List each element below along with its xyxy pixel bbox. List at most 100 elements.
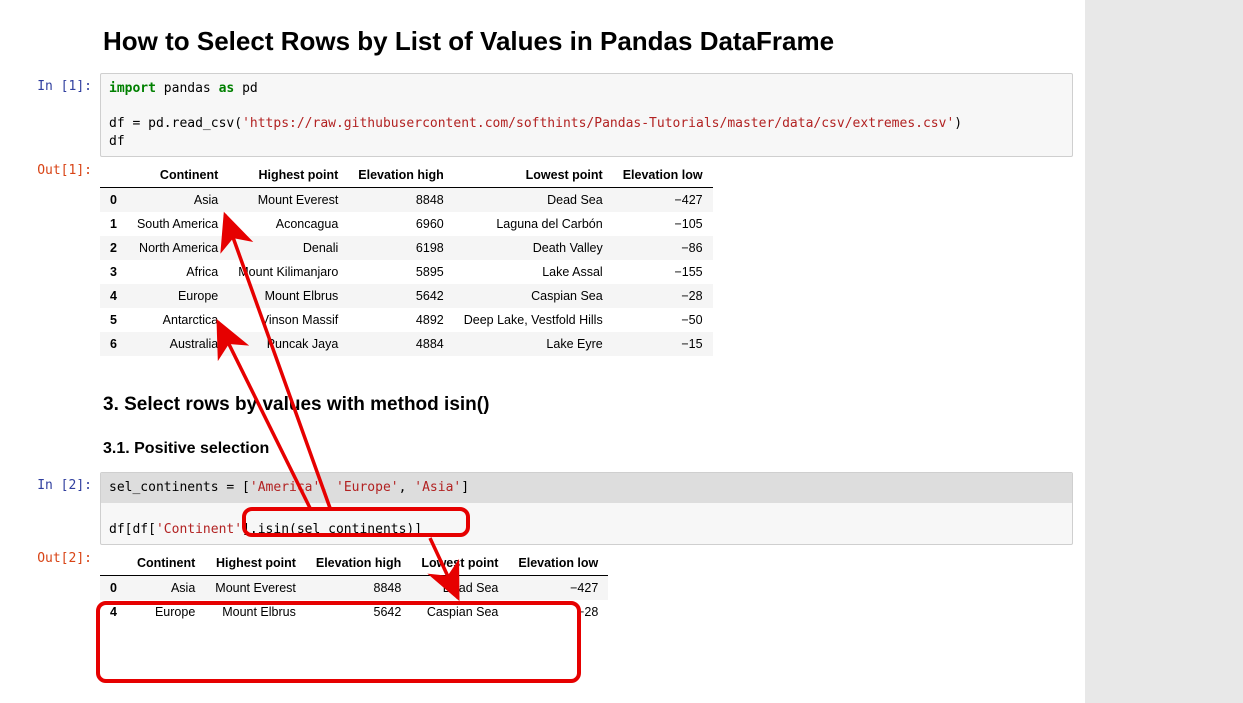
- output-cell-2: Out[2]: ContinentHighest pointElevation …: [0, 545, 1085, 634]
- cell: Caspian Sea: [411, 600, 508, 624]
- cell: Mount Kilimanjaro: [228, 260, 348, 284]
- cell: 8848: [348, 188, 453, 213]
- output-area-1: ContinentHighest pointElevation highLowe…: [100, 157, 1085, 366]
- cell: −28: [508, 600, 608, 624]
- string-literal: 'https://raw.githubusercontent.com/softh…: [242, 116, 954, 131]
- cell: Asia: [127, 188, 228, 213]
- cell: −427: [508, 576, 608, 601]
- cell: 5895: [348, 260, 453, 284]
- string-literal: 'Continent': [156, 522, 242, 537]
- row-index: 6: [100, 332, 127, 356]
- cell: Europe: [127, 600, 205, 624]
- cell: −86: [613, 236, 713, 260]
- code-text: ,: [399, 480, 415, 495]
- table-row: 6AustraliaPuncak Jaya4884Lake Eyre−15: [100, 332, 713, 356]
- column-header: Highest point: [205, 551, 306, 576]
- cell: 6198: [348, 236, 453, 260]
- cell: South America: [127, 212, 228, 236]
- output-cell-1: Out[1]: ContinentHighest pointElevation …: [0, 157, 1085, 366]
- table-row: 2North AmericaDenali6198Death Valley−86: [100, 236, 713, 260]
- keyword-as: as: [219, 81, 235, 96]
- table-row: 3AfricaMount Kilimanjaro5895Lake Assal−1…: [100, 260, 713, 284]
- column-header: Continent: [127, 163, 228, 188]
- code-text: df = pd.read_csv(: [109, 116, 242, 131]
- column-header: Elevation low: [613, 163, 713, 188]
- keyword-import: import: [109, 81, 156, 96]
- cell: Laguna del Carbón: [454, 212, 613, 236]
- cell: Lake Eyre: [454, 332, 613, 356]
- code-text: ): [954, 116, 962, 131]
- code-text: ]: [461, 480, 469, 495]
- cell: 5642: [348, 284, 453, 308]
- section-heading: 3. Select rows by values with method isi…: [0, 366, 1085, 426]
- code-input-1[interactable]: import pandas as pd df = pd.read_csv('ht…: [100, 73, 1073, 157]
- cell: 4892: [348, 308, 453, 332]
- cell: Mount Elbrus: [228, 284, 348, 308]
- cell: Mount Everest: [228, 188, 348, 213]
- cell: −50: [613, 308, 713, 332]
- column-header: [100, 551, 127, 576]
- row-index: 2: [100, 236, 127, 260]
- code-cell-1: In [1]: import pandas as pd df = pd.read…: [0, 73, 1085, 157]
- row-index: 3: [100, 260, 127, 284]
- cell: Caspian Sea: [454, 284, 613, 308]
- dataframe-table-2: ContinentHighest pointElevation highLowe…: [100, 551, 608, 624]
- column-header: Continent: [127, 551, 205, 576]
- cell: Mount Elbrus: [205, 600, 306, 624]
- row-index: 5: [100, 308, 127, 332]
- column-header: Elevation high: [348, 163, 453, 188]
- prompt-out-1: Out[1]:: [0, 157, 100, 178]
- cell: 8848: [306, 576, 411, 601]
- cell: Lake Assal: [454, 260, 613, 284]
- column-header: [100, 163, 127, 188]
- table-row: 4EuropeMount Elbrus5642Caspian Sea−28: [100, 600, 608, 624]
- column-header: Lowest point: [411, 551, 508, 576]
- cell: −105: [613, 212, 713, 236]
- notebook-page: How to Select Rows by List of Values in …: [0, 0, 1085, 703]
- code-text: ].isin(sel_continents)]: [242, 522, 422, 537]
- table-row: 5AntarcticaVinson Massif4892Deep Lake, V…: [100, 308, 713, 332]
- cell: 5642: [306, 600, 411, 624]
- row-index: 0: [100, 188, 127, 213]
- table-row: 4EuropeMount Elbrus5642Caspian Sea−28: [100, 284, 713, 308]
- cell: Asia: [127, 576, 205, 601]
- column-header: Lowest point: [454, 163, 613, 188]
- cell: Denali: [228, 236, 348, 260]
- table-row: 1South AmericaAconcagua6960Laguna del Ca…: [100, 212, 713, 236]
- column-header: Elevation low: [508, 551, 608, 576]
- code-text: pandas: [156, 81, 219, 96]
- cell: Dead Sea: [411, 576, 508, 601]
- code-text: sel_continents = [: [109, 480, 250, 495]
- subsection-heading: 3.1. Positive selection: [0, 426, 1085, 472]
- cell: Dead Sea: [454, 188, 613, 213]
- row-index: 0: [100, 576, 127, 601]
- page-title: How to Select Rows by List of Values in …: [0, 0, 1085, 73]
- code-text: df: [109, 134, 125, 149]
- cell: 6960: [348, 212, 453, 236]
- cell: Aconcagua: [228, 212, 348, 236]
- cell: Antarctica: [127, 308, 228, 332]
- code-text: ,: [320, 480, 336, 495]
- row-index: 4: [100, 284, 127, 308]
- dataframe-table-1: ContinentHighest pointElevation highLowe…: [100, 163, 713, 356]
- prompt-in-1: In [1]:: [0, 73, 100, 94]
- string-literal: 'Asia': [414, 480, 461, 495]
- cell: −155: [613, 260, 713, 284]
- column-header: Highest point: [228, 163, 348, 188]
- prompt-out-2: Out[2]:: [0, 545, 100, 566]
- cell: Death Valley: [454, 236, 613, 260]
- cell: Europe: [127, 284, 228, 308]
- string-literal: 'Europe': [336, 480, 399, 495]
- code-input-2[interactable]: sel_continents = ['America', 'Europe', '…: [100, 472, 1073, 545]
- cell: North America: [127, 236, 228, 260]
- cell: −427: [613, 188, 713, 213]
- row-index: 1: [100, 212, 127, 236]
- code-cell-2: In [2]: sel_continents = ['America', 'Eu…: [0, 472, 1085, 545]
- code-text: df[df[: [109, 522, 156, 537]
- column-header: Elevation high: [306, 551, 411, 576]
- code-text: pd: [234, 81, 257, 96]
- cell: Mount Everest: [205, 576, 306, 601]
- table-row: 0AsiaMount Everest8848Dead Sea−427: [100, 188, 713, 213]
- cell: −15: [613, 332, 713, 356]
- prompt-in-2: In [2]:: [0, 472, 100, 493]
